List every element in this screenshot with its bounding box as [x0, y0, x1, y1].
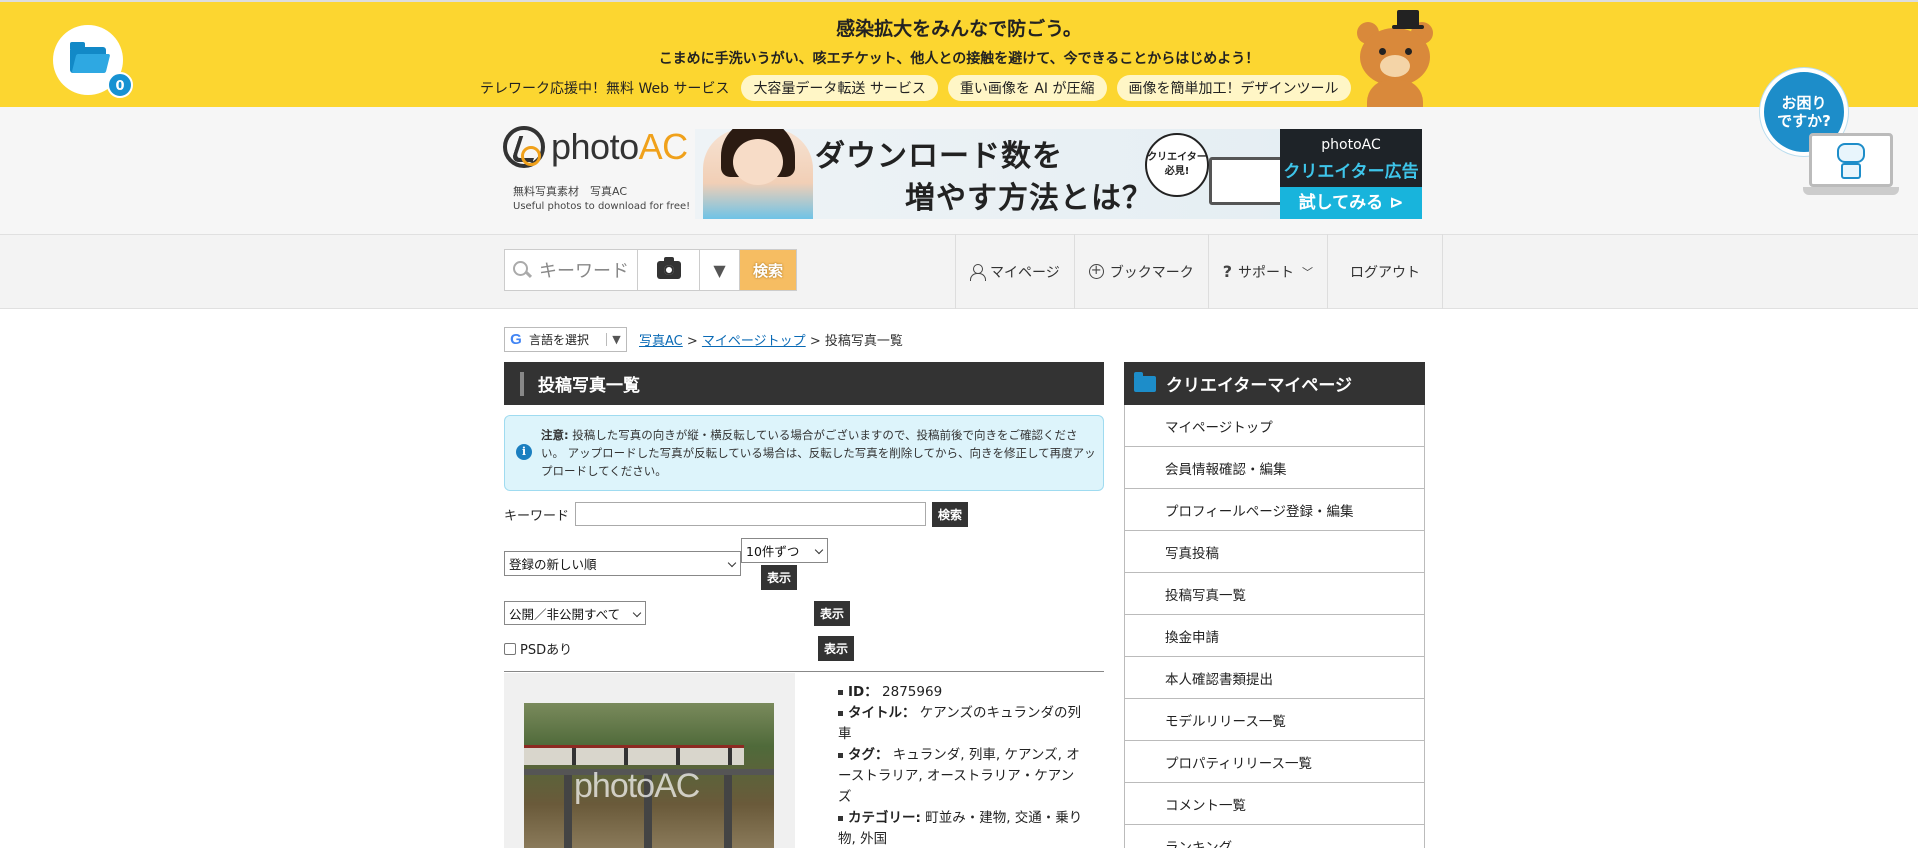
ad-try-button[interactable]: 試してみる ⊳	[1280, 187, 1422, 219]
service-design-link[interactable]: 画像を簡単加工！デザインツール	[1116, 75, 1351, 101]
keyword-filter-row: キーワード 検索	[504, 501, 969, 527]
breadcrumb-home-link[interactable]: 写真AC	[639, 334, 683, 349]
psd-checkbox[interactable]	[504, 642, 516, 655]
photo-thumbnail[interactable]: photoAC	[524, 703, 774, 848]
robot-laptop-icon[interactable]	[1803, 133, 1899, 197]
plus-circle-icon: +	[1088, 264, 1104, 279]
campaign-title: 感染拡大をみんなで防ごう。	[836, 18, 1082, 40]
per-page-select[interactable]: 10件ずつ	[741, 538, 828, 563]
folder-icon	[1134, 371, 1156, 392]
ad-headline-1: ダウンロード数を	[815, 139, 1063, 174]
search-button[interactable]: 検索	[740, 250, 796, 290]
ad-cta-title: クリエイター広告	[1283, 162, 1419, 182]
meta-title: タイトル： ケアンズのキュランダの列車	[838, 703, 1086, 745]
sidebar-item-mypage-top[interactable]: マイページトップ	[1124, 405, 1425, 447]
camera-icon	[656, 257, 681, 279]
photo-meta: ID： 2875969 タイトル： ケアンズのキュランダの列車 タグ： キュラン…	[838, 682, 1086, 848]
sort-show-button[interactable]: 表示	[761, 565, 798, 590]
sidebar-item-payout[interactable]: 換金申請	[1124, 615, 1425, 657]
list-divider	[504, 671, 1104, 672]
psd-show-button[interactable]: 表示	[818, 636, 855, 661]
meta-category: カテゴリー: 町並み・建物, 交通・乗り物, 外国	[838, 808, 1086, 848]
keyword-search-button[interactable]: 検索	[932, 501, 969, 527]
visibility-show-button[interactable]: 表示	[814, 601, 851, 626]
keyword-label: キーワード	[504, 508, 570, 524]
notice-box: i 注意: 投稿した写真の向きが縦・横反転している場合がございますので、投稿前後…	[504, 415, 1104, 491]
dropdown-arrow-icon: ▼	[606, 333, 626, 346]
image-search-button[interactable]	[638, 250, 700, 290]
meta-id: ID： 2875969	[838, 682, 1086, 703]
breadcrumb-mypage-link[interactable]: マイページトップ	[702, 334, 806, 349]
campaign-lead: テレワーク応援中！無料 Web サービス	[480, 81, 730, 97]
sidebar-title: クリエイターマイページ	[1124, 362, 1425, 405]
campaign-services: テレワーク応援中！無料 Web サービス 大容量データ転送 サービス 重い画像を…	[480, 75, 1351, 101]
ad-model-image	[703, 129, 813, 219]
google-icon: G	[510, 331, 522, 348]
campaign-banner: 感染拡大をみんなで防ごう。 こまめに手洗いうがい、咳エチケット、他人との接触を避…	[0, 0, 1918, 109]
sidebar-item-photo-list[interactable]: 投稿写真一覧	[1124, 573, 1425, 615]
search-icon	[513, 261, 531, 279]
user-menu: マイページ + ブックマーク ? サポート ﹀ ログアウト	[955, 234, 1444, 309]
chevron-down-icon: ﹀	[1302, 265, 1314, 279]
sidebar-item-profile[interactable]: プロフィールページ登録・編集	[1124, 489, 1425, 531]
search-input[interactable]: キーワード	[505, 250, 638, 290]
sidebar-item-member-info[interactable]: 会員情報確認・編集	[1124, 447, 1425, 489]
page-title: 投稿写真一覧	[504, 362, 1104, 405]
sidebar-item-property-release[interactable]: プロパティリリース一覧	[1124, 741, 1425, 783]
sort-select[interactable]: 登録の新しい順	[504, 551, 741, 576]
visibility-select[interactable]: 公開／非公開すべて	[504, 601, 646, 625]
info-icon: i	[516, 444, 532, 460]
keyword-input[interactable]	[575, 502, 927, 526]
logo-wordmark: photoAC	[551, 126, 688, 167]
folder-icon	[70, 42, 106, 73]
logo-tagline-en: Useful photos to download for free!	[513, 201, 691, 212]
service-compress-link[interactable]: 重い画像を AI が圧縮	[947, 75, 1107, 101]
language-selector[interactable]: G 言語を選択 ▼	[504, 327, 627, 352]
nav-mypage[interactable]: マイページ	[955, 234, 1074, 309]
ad-badge: クリエイター 必見!	[1145, 133, 1209, 197]
logo-tagline-ja: 無料写真素材 写真AC	[513, 185, 628, 198]
bear-mascot-icon	[1345, 10, 1445, 109]
sidebar-item-id-docs[interactable]: 本人確認書類提出	[1124, 657, 1425, 699]
question-icon: ?	[1222, 262, 1233, 281]
sidebar-item-model-release[interactable]: モデルリリース一覧	[1124, 699, 1425, 741]
nav-logout[interactable]: ログアウト	[1327, 234, 1444, 309]
site-logo[interactable]: photoAC	[503, 126, 688, 168]
sidebar-item-comments[interactable]: コメント一覧	[1124, 783, 1425, 825]
notice-text: 注意: 投稿した写真の向きが縦・横反転している場合がございますので、投稿前後で向…	[541, 428, 1096, 478]
sidebar-item-ranking[interactable]: ランキング	[1124, 825, 1425, 848]
breadcrumb: 写真AC > マイページトップ > 投稿写真一覧	[639, 334, 903, 349]
campaign-subtitle: こまめに手洗いうがい、咳エチケット、他人との接触を避けて、今できることからはじめ…	[658, 51, 1260, 67]
psd-label: PSDあり	[520, 643, 573, 658]
ad-headline-2: 増やす方法とは？	[905, 181, 1153, 216]
search-type-dropdown[interactable]: ▼	[700, 250, 740, 290]
psd-filter[interactable]: PSDあり	[504, 639, 572, 658]
sidebar-item-upload[interactable]: 写真投稿	[1124, 531, 1425, 573]
sidebar-menu: マイページトップ 会員情報確認・編集 プロフィールページ登録・編集 写真投稿 投…	[1124, 405, 1425, 848]
creator-ad-banner[interactable]: ダウンロード数を 増やす方法とは？ クリエイター 必見! photoAC クリエイ…	[695, 129, 1422, 219]
folder-count-badge: 0	[107, 72, 133, 98]
meta-tags: タグ： キュランダ, 列車, ケアンズ, オーストラリア, オーストラリア・ケア…	[838, 745, 1086, 808]
nav-support[interactable]: ? サポート ﹀	[1207, 234, 1327, 309]
ad-brand: photoAC	[1321, 137, 1381, 153]
watermark: photoAC	[574, 767, 700, 805]
service-transfer-link[interactable]: 大容量データ転送 サービス	[741, 75, 938, 101]
logo-mark-icon	[503, 126, 545, 168]
search-bar: キーワード ▼ 検索	[504, 249, 797, 291]
laptop-chart-icon	[1209, 157, 1283, 205]
person-icon	[970, 263, 986, 281]
nav-bookmark[interactable]: + ブックマーク	[1073, 234, 1208, 309]
search-placeholder: キーワード	[539, 261, 629, 282]
breadcrumb-current: 投稿写真一覧	[824, 334, 903, 349]
ad-cta-panel[interactable]: photoAC クリエイター広告 試してみる ⊳	[1280, 129, 1422, 219]
